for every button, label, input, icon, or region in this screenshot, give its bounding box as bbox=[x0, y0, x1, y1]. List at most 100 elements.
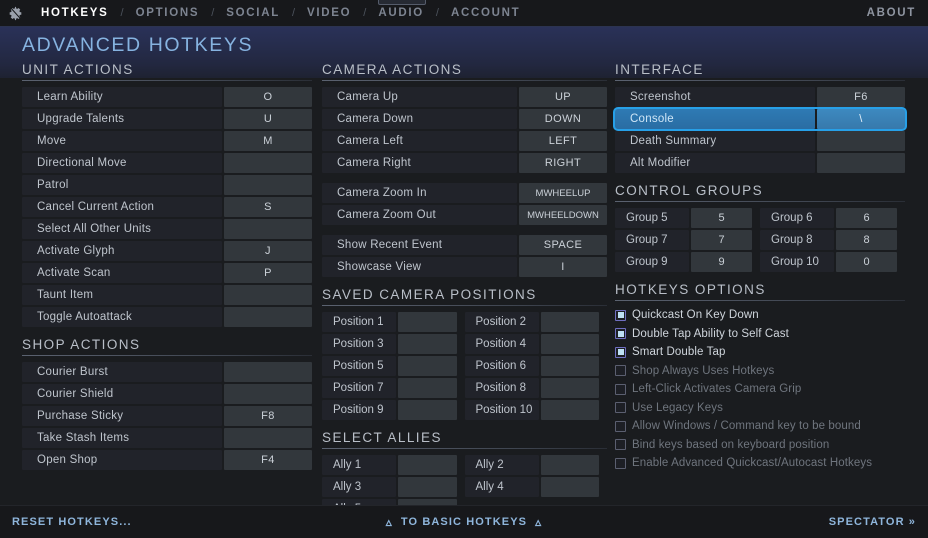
checkbox-double-tap-ability-to-self-cast[interactable] bbox=[615, 328, 626, 340]
option-row[interactable]: Bind keys based on keyboard position bbox=[615, 437, 905, 454]
hotkey-key-binding[interactable]: S bbox=[224, 197, 312, 217]
hotkey-cell[interactable]: Ally 3 bbox=[322, 477, 465, 497]
hotkey-cell[interactable]: Position 3 bbox=[322, 334, 465, 354]
hotkey-row[interactable]: Move M bbox=[22, 131, 312, 151]
hotkey-key-binding[interactable] bbox=[540, 455, 599, 475]
nav-item-options[interactable]: OPTIONS bbox=[125, 7, 211, 19]
nav-item-social[interactable]: SOCIAL bbox=[215, 7, 291, 19]
hotkey-row[interactable]: Activate Glyph J bbox=[22, 241, 312, 261]
to-basic-hotkeys-button[interactable]: ▵ TO BASIC HOTKEYS ▵ bbox=[386, 515, 542, 529]
hotkey-key-binding[interactable] bbox=[398, 477, 457, 497]
hotkey-key-binding[interactable]: RIGHT bbox=[519, 153, 607, 173]
hotkey-key-binding[interactable] bbox=[817, 131, 905, 151]
checkbox-use-legacy-keys[interactable] bbox=[615, 402, 626, 414]
hotkey-key-binding[interactable]: 8 bbox=[836, 230, 897, 250]
hotkey-key-binding[interactable]: MWHEELDOWN bbox=[519, 205, 607, 225]
hotkey-key-binding[interactable] bbox=[224, 285, 312, 305]
hotkey-key-binding[interactable] bbox=[224, 175, 312, 195]
hotkey-key-binding[interactable] bbox=[224, 219, 312, 239]
option-row[interactable]: Left-Click Activates Camera Grip bbox=[615, 381, 905, 398]
hotkey-key-binding[interactable] bbox=[398, 378, 457, 398]
option-row[interactable]: Enable Advanced Quickcast/Autocast Hotke… bbox=[615, 455, 905, 472]
hotkey-cell[interactable]: Group 9 9 bbox=[615, 252, 760, 272]
hotkey-key-binding[interactable] bbox=[540, 400, 599, 420]
nav-item-hotkeys[interactable]: HOTKEYS bbox=[30, 7, 120, 19]
hotkey-key-binding[interactable]: F4 bbox=[224, 450, 312, 470]
hotkey-cell[interactable]: Group 8 8 bbox=[760, 230, 905, 250]
spectator-button[interactable]: SPECTATOR » bbox=[829, 516, 916, 528]
hotkey-key-binding[interactable]: 6 bbox=[836, 208, 897, 228]
hotkey-row[interactable]: Directional Move bbox=[22, 153, 312, 173]
option-row[interactable]: Shop Always Uses Hotkeys bbox=[615, 363, 905, 380]
option-row[interactable]: Smart Double Tap bbox=[615, 344, 905, 361]
hotkey-cell[interactable]: Group 6 6 bbox=[760, 208, 905, 228]
hotkey-key-binding[interactable] bbox=[540, 477, 599, 497]
hotkey-key-binding[interactable] bbox=[398, 455, 457, 475]
hotkey-key-binding[interactable] bbox=[398, 400, 457, 420]
hotkey-key-binding[interactable] bbox=[398, 356, 457, 376]
hotkey-cell[interactable]: Ally 4 bbox=[464, 477, 608, 497]
hotkey-key-binding[interactable]: 9 bbox=[691, 252, 752, 272]
hotkey-row[interactable]: Select All Other Units bbox=[22, 219, 312, 239]
hotkey-cell[interactable]: Position 5 bbox=[322, 356, 465, 376]
hotkey-cell[interactable]: Position 2 bbox=[464, 312, 608, 332]
hotkey-row[interactable]: Take Stash Items bbox=[22, 428, 312, 448]
hotkey-row[interactable]: Alt Modifier bbox=[615, 153, 905, 173]
hotkey-row[interactable]: Camera Right RIGHT bbox=[322, 153, 607, 173]
checkbox-quickcast-on-key-down[interactable] bbox=[615, 309, 626, 321]
hotkey-cell[interactable]: Group 10 0 bbox=[760, 252, 905, 272]
hotkey-row[interactable]: Cancel Current Action S bbox=[22, 197, 312, 217]
hotkey-row[interactable]: Courier Burst bbox=[22, 362, 312, 382]
hotkey-row[interactable]: Activate Scan P bbox=[22, 263, 312, 283]
hotkey-row[interactable]: Patrol bbox=[22, 175, 312, 195]
option-row[interactable]: Quickcast On Key Down bbox=[615, 307, 905, 324]
hotkey-key-binding[interactable] bbox=[540, 378, 599, 398]
hotkey-key-binding[interactable]: M bbox=[224, 131, 312, 151]
hotkey-row[interactable]: Camera Down DOWN bbox=[322, 109, 607, 129]
hotkey-key-binding[interactable]: LEFT bbox=[519, 131, 607, 151]
hotkey-key-binding[interactable]: \ bbox=[817, 109, 905, 129]
hotkey-cell[interactable]: Ally 2 bbox=[464, 455, 608, 475]
hotkey-row[interactable]: Open Shop F4 bbox=[22, 450, 312, 470]
hotkey-key-binding[interactable] bbox=[817, 153, 905, 173]
hotkey-key-binding[interactable]: UP bbox=[519, 87, 607, 107]
hotkey-key-binding[interactable]: P bbox=[224, 263, 312, 283]
hotkey-cell[interactable]: Group 7 7 bbox=[615, 230, 760, 250]
hotkey-key-binding[interactable] bbox=[540, 334, 599, 354]
hotkey-row[interactable]: Death Summary bbox=[615, 131, 905, 151]
hotkey-key-binding[interactable] bbox=[540, 312, 599, 332]
checkbox-left-click-activates-camera-grip[interactable] bbox=[615, 383, 626, 395]
hotkey-key-binding[interactable] bbox=[224, 362, 312, 382]
hotkey-key-binding[interactable] bbox=[224, 307, 312, 327]
hotkey-cell[interactable]: Ally 1 bbox=[322, 455, 465, 475]
hotkey-row[interactable]: Courier Shield bbox=[22, 384, 312, 404]
nav-item-about[interactable]: ABOUT bbox=[867, 7, 916, 19]
hotkey-row[interactable]: Camera Zoom In MWHEELUP bbox=[322, 183, 607, 203]
hotkey-key-binding[interactable]: MWHEELUP bbox=[519, 183, 607, 203]
nav-item-video[interactable]: VIDEO bbox=[296, 7, 362, 19]
hotkey-key-binding[interactable] bbox=[398, 334, 457, 354]
hotkey-row[interactable]: Showcase View I bbox=[322, 257, 607, 277]
hotkey-row[interactable]: Screenshot F6 bbox=[615, 87, 905, 107]
hotkey-key-binding[interactable]: U bbox=[224, 109, 312, 129]
nav-item-audio[interactable]: AUDIO bbox=[367, 7, 435, 19]
hotkey-key-binding[interactable] bbox=[224, 428, 312, 448]
hotkey-key-binding[interactable] bbox=[224, 153, 312, 173]
hotkey-cell[interactable]: Position 9 bbox=[322, 400, 465, 420]
hotkey-key-binding[interactable] bbox=[540, 356, 599, 376]
hotkey-key-binding[interactable]: J bbox=[224, 241, 312, 261]
hotkey-key-binding[interactable] bbox=[224, 384, 312, 404]
hotkey-key-binding[interactable]: 0 bbox=[836, 252, 897, 272]
hotkey-cell[interactable]: Position 6 bbox=[464, 356, 608, 376]
hotkey-row[interactable]: Camera Up UP bbox=[322, 87, 607, 107]
hotkey-row-selected[interactable]: Console \ bbox=[613, 107, 907, 131]
hotkey-cell[interactable]: Position 8 bbox=[464, 378, 608, 398]
hotkey-key-binding[interactable]: F8 bbox=[224, 406, 312, 426]
hotkey-cell[interactable]: Group 5 5 bbox=[615, 208, 760, 228]
hotkey-row[interactable]: Camera Zoom Out MWHEELDOWN bbox=[322, 205, 607, 225]
nav-item-account[interactable]: ACCOUNT bbox=[440, 7, 531, 19]
hotkey-cell[interactable]: Position 7 bbox=[322, 378, 465, 398]
option-row[interactable]: Allow Windows / Command key to be bound bbox=[615, 418, 905, 435]
checkbox-bind-keys-based-on-keyboard-position[interactable] bbox=[615, 439, 626, 451]
hotkey-row[interactable]: Taunt Item bbox=[22, 285, 312, 305]
